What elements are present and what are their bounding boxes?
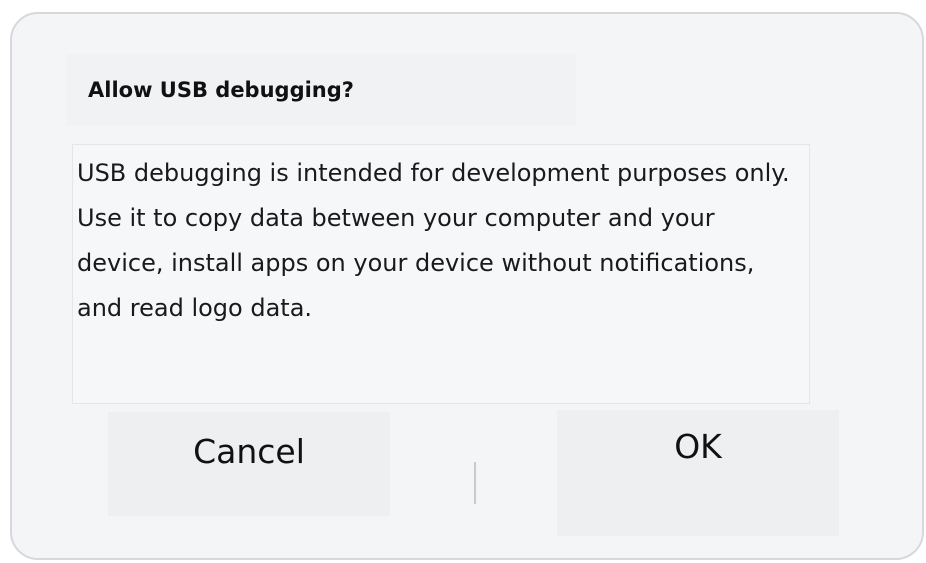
usb-debugging-dialog: Allow USB debugging? USB debugging is in…	[10, 12, 924, 560]
ok-button-label: OK	[674, 427, 722, 466]
button-divider	[474, 462, 476, 504]
cancel-button-label: Cancel	[193, 432, 305, 471]
dialog-title-area: Allow USB debugging?	[66, 54, 576, 126]
dialog-title: Allow USB debugging?	[88, 78, 354, 102]
cancel-button[interactable]: Cancel	[108, 412, 390, 516]
dialog-message: USB debugging is intended for developmen…	[77, 159, 790, 322]
dialog-message-area: USB debugging is intended for developmen…	[72, 144, 810, 404]
ok-button[interactable]: OK	[557, 410, 839, 536]
